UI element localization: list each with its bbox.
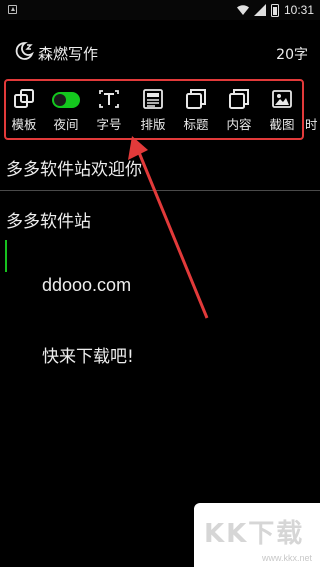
- time-button-partial[interactable]: 时: [305, 84, 320, 136]
- notification-app-icon: [8, 5, 17, 14]
- app-title: 森燃写作: [38, 45, 99, 63]
- time-label: 时: [305, 117, 318, 132]
- battery-icon: [270, 3, 279, 17]
- watermark-logo: KK下载: [204, 519, 305, 549]
- watermark-url: www.kkx.net: [261, 553, 312, 563]
- watermark: KK下载 www.kkx.net: [194, 503, 320, 567]
- signal-icon: [253, 4, 266, 16]
- content-line-3[interactable]: 快来下载吧!: [42, 342, 134, 367]
- moon-icon[interactable]: [14, 41, 34, 61]
- status-time: 10:31: [283, 3, 314, 17]
- app-header: 森燃写作 20字: [0, 32, 320, 72]
- content-line-2[interactable]: ddooo.com: [42, 275, 131, 296]
- status-bar: 10:31: [0, 0, 320, 20]
- content-line-1[interactable]: 多多软件站: [6, 207, 91, 232]
- text-cursor: [5, 240, 7, 272]
- status-right: 10:31: [236, 3, 314, 17]
- word-count: 20字: [276, 47, 308, 63]
- wifi-icon: [236, 5, 249, 15]
- document-title[interactable]: 多多软件站欢迎你: [6, 155, 142, 180]
- title-divider: [0, 190, 320, 191]
- annotation-highlight-box: [4, 79, 304, 140]
